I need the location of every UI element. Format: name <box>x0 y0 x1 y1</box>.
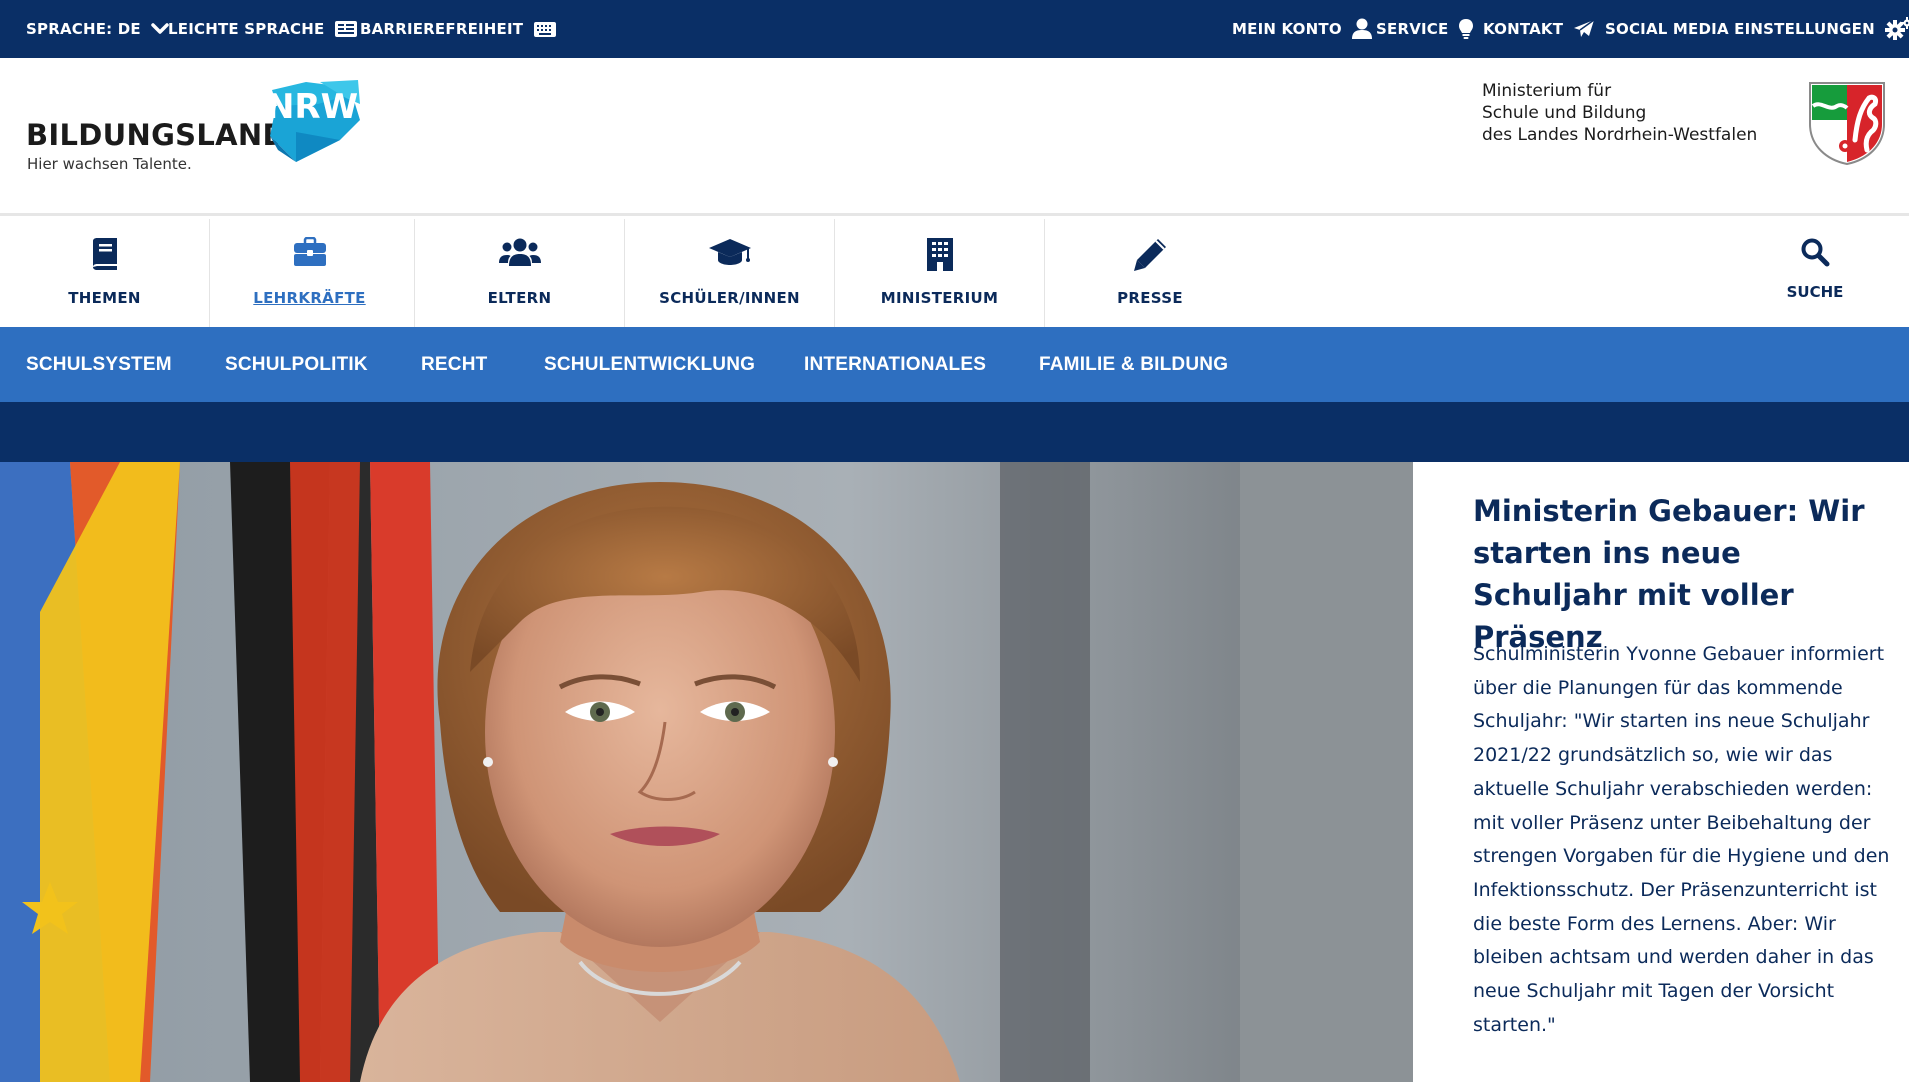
language-selector[interactable]: SPRACHE: DE <box>26 0 169 58</box>
nav-item-presse[interactable]: PRESSE <box>1045 219 1255 327</box>
easy-language-link[interactable]: LEICHTE SPRACHE <box>168 0 358 58</box>
nav-item-lehrkraefte[interactable]: LEHRKRÄFTE <box>205 219 415 327</box>
language-label: SPRACHE: DE <box>26 20 141 38</box>
social-media-label: SOCIAL MEDIA EINSTELLUNGEN <box>1605 20 1875 38</box>
ministry-name: Ministerium für Schule und Bildung des L… <box>1482 80 1757 146</box>
nav-label: ELTERN <box>487 289 552 307</box>
account-label: MEIN KONTO <box>1232 20 1342 38</box>
utility-bar: SPRACHE: DE LEICHTE SPRACHE BARRIEREFREI… <box>0 0 1909 58</box>
paper-plane-icon <box>1574 19 1595 37</box>
nrw-coat-of-arms-icon <box>1809 82 1885 166</box>
bildungsland-nrw-logo[interactable]: BILDUNGSLAND Hier wachsen Talente. NRW <box>26 80 366 198</box>
easy-language-label: LEICHTE SPRACHE <box>168 20 325 38</box>
nav-item-eltern[interactable]: ELTERN <box>415 219 625 327</box>
portrait-illustration <box>0 462 1413 1082</box>
keyboard-icon <box>534 21 557 37</box>
contact-link[interactable]: KONTAKT <box>1483 0 1595 58</box>
nav-label: THEMEN <box>68 289 141 307</box>
service-label: SERVICE <box>1376 20 1449 38</box>
ministry-line-2: Schule und Bildung <box>1482 103 1647 123</box>
navigation-band <box>0 402 1909 462</box>
ministry-branding[interactable]: Ministerium für Schule und Bildung des L… <box>1482 80 1885 180</box>
nav-item-themen[interactable]: THEMEN <box>0 219 210 327</box>
logo-tagline: Hier wachsen Talente. <box>27 155 192 173</box>
accessibility-label: BARRIEREFREIHEIT <box>360 20 524 38</box>
logo-mark-text: NRW <box>266 87 358 127</box>
hero-portrait-image[interactable] <box>0 462 1413 1082</box>
hero-teaser: Ministerin Gebauer: Wir starten ins neue… <box>1413 462 1909 1082</box>
account-link[interactable]: MEIN KONTO <box>1232 0 1372 58</box>
graduation-cap-icon <box>708 239 751 265</box>
ministry-line-1: Ministerium für <box>1482 81 1612 101</box>
subnav-item-schulsystem[interactable]: SCHULSYSTEM <box>26 327 172 402</box>
users-icon <box>498 238 541 266</box>
reader-icon <box>335 21 358 37</box>
logo-wordmark: BILDUNGSLAND <box>26 118 287 152</box>
subnav-item-familie-bildung[interactable]: FAMILIE & BILDUNG <box>1039 327 1228 402</box>
nav-label: MINISTERIUM <box>880 289 999 307</box>
nav-label: SCHÜLER/INNEN <box>659 289 800 307</box>
nav-item-schueler[interactable]: SCHÜLER/INNEN <box>625 219 835 327</box>
search-button[interactable]: SUCHE <box>1760 219 1870 327</box>
lightbulb-icon <box>1459 19 1474 39</box>
subnav-item-recht[interactable]: RECHT <box>421 327 487 402</box>
pencil-icon <box>1134 239 1166 271</box>
social-media-settings-link[interactable]: SOCIAL MEDIA EINSTELLUNGEN <box>1605 0 1909 58</box>
subnav-item-schulentwicklung[interactable]: SCHULENTWICKLUNG <box>544 327 755 402</box>
building-icon <box>926 238 953 271</box>
chevron-down-icon <box>151 23 169 34</box>
subnav-item-schulpolitik[interactable]: SCHULPOLITIK <box>225 327 368 402</box>
nav-label: LEHRKRÄFTE <box>253 289 366 307</box>
hero-body-text: Schulministerin Yvonne Gebauer informier… <box>1473 643 1890 1036</box>
search-icon <box>1801 238 1830 267</box>
briefcase-icon <box>293 237 326 266</box>
nav-label: PRESSE <box>1117 289 1183 307</box>
hero-title-link[interactable]: Ministerin Gebauer: Wir starten ins neue… <box>1473 490 1883 658</box>
search-label: SUCHE <box>1786 283 1844 301</box>
user-icon <box>1351 18 1372 39</box>
nrw-logo-mark-icon: NRW <box>266 80 360 162</box>
ministry-line-3: des Landes Nordrhein-Westfalen <box>1482 125 1758 145</box>
service-link[interactable]: SERVICE <box>1376 0 1474 58</box>
book-icon <box>92 238 117 270</box>
gears-icon <box>1884 17 1909 40</box>
main-navigation: THEMEN LEHRKRÄFTE ELTERN SCHÜLER/INNEN M… <box>0 219 1909 327</box>
subnav-item-internationales[interactable]: INTERNATIONALES <box>804 327 986 402</box>
nav-item-ministerium[interactable]: MINISTERIUM <box>835 219 1045 327</box>
site-header: BILDUNGSLAND Hier wachsen Talente. NRW M… <box>0 58 1909 216</box>
sub-navigation: SCHULSYSTEM SCHULPOLITIK RECHT SCHULENTW… <box>0 327 1909 402</box>
accessibility-link[interactable]: BARRIEREFREIHEIT <box>360 0 557 58</box>
contact-label: KONTAKT <box>1483 20 1564 38</box>
